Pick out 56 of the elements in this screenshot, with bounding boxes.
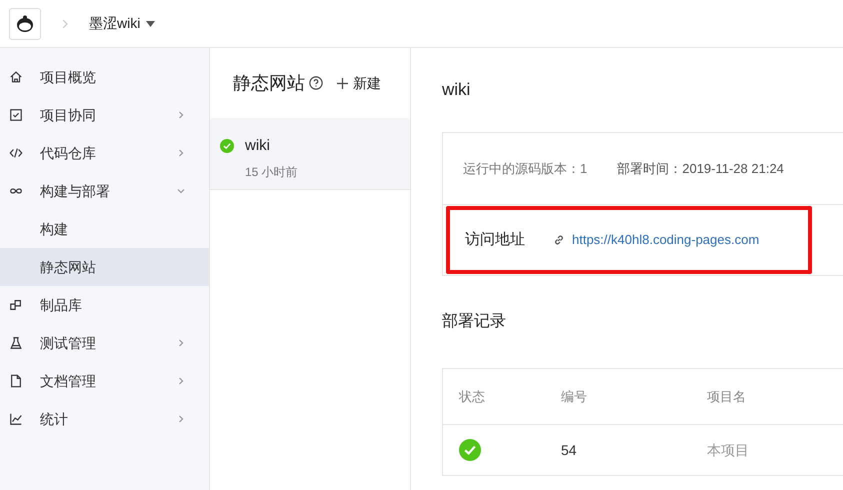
chevron-icon <box>177 339 185 347</box>
sidebar-item[interactable]: 项目概览 <box>0 58 209 96</box>
site-url-link[interactable]: https://k40hl8.coding-pages.com <box>572 230 760 250</box>
site-name: wiki <box>245 136 270 156</box>
caret-icon <box>146 20 156 26</box>
sidebar-item-label: 统计 <box>40 410 68 428</box>
column-header: 状态 <box>458 388 486 406</box>
flask-icon <box>9 336 23 350</box>
sidebar-subitem[interactable]: 静态网站 <box>0 248 209 286</box>
sidebar-item[interactable]: 统计 <box>0 400 209 438</box>
sidebar-item[interactable]: 文档管理 <box>0 362 209 400</box>
detail-title: wiki <box>442 79 472 102</box>
project-dropdown[interactable]: 墨涩wiki <box>89 13 156 34</box>
deploy-time: 部署时间：2019-11-28 21:24 <box>617 160 784 178</box>
checkbox-icon <box>9 108 23 122</box>
new-site-button[interactable]: 新建 <box>337 72 381 94</box>
sidebar-item[interactable]: 制品库 <box>0 286 209 324</box>
help-icon[interactable] <box>309 76 323 90</box>
home-icon <box>9 70 23 84</box>
plus-icon <box>337 78 348 88</box>
section-title: 部署记录 <box>442 312 507 332</box>
chevron-icon <box>177 377 185 385</box>
source-version: 运行中的源码版本：1 <box>463 160 588 178</box>
sidebar-item-label: 测试管理 <box>40 334 96 352</box>
site-list-item[interactable]: wiki 15 小时前 <box>210 118 410 190</box>
sidebar-subitem[interactable]: 构建 <box>0 210 209 248</box>
site-time: 15 小时前 <box>244 164 299 180</box>
sidebar-item-label: 代码仓库 <box>40 144 96 162</box>
sidebar-item[interactable]: 测试管理 <box>0 324 209 362</box>
chevron-icon <box>177 149 185 157</box>
url-label: 访问地址 <box>465 230 525 250</box>
line-chart-icon <box>9 412 23 426</box>
table-cell-text: 54 <box>561 440 578 460</box>
sidebar-item-label: 项目协同 <box>40 106 96 124</box>
chevron-icon <box>177 187 185 195</box>
sidebar-item-label: 文档管理 <box>40 372 96 390</box>
sidebar-item[interactable]: 代码仓库 <box>0 134 209 172</box>
sidebar-item[interactable]: 构建与部署 <box>0 172 209 210</box>
sidebar-item[interactable]: 项目协同 <box>0 96 209 134</box>
chevron-icon <box>177 415 185 423</box>
sidebar-item-label: 构建与部署 <box>40 182 110 200</box>
column-header: 项目名 <box>707 388 746 406</box>
chevron-icon <box>177 111 185 119</box>
breadcrumb-chevron-icon <box>61 18 69 28</box>
panel-title: 静态网站 <box>233 72 305 94</box>
success-check-icon <box>220 139 234 154</box>
logo-icon[interactable] <box>9 8 41 40</box>
blocks-icon <box>9 298 23 312</box>
sidebar-item-label: 制品库 <box>40 296 82 314</box>
link-icon <box>553 234 565 246</box>
success-check-icon <box>459 439 481 461</box>
code-icon <box>9 146 23 160</box>
column-header: 编号 <box>561 388 588 406</box>
document-icon <box>9 374 23 388</box>
sidebar-item-label: 项目概览 <box>40 68 96 86</box>
table-cell-text: 本项目 <box>707 440 749 460</box>
